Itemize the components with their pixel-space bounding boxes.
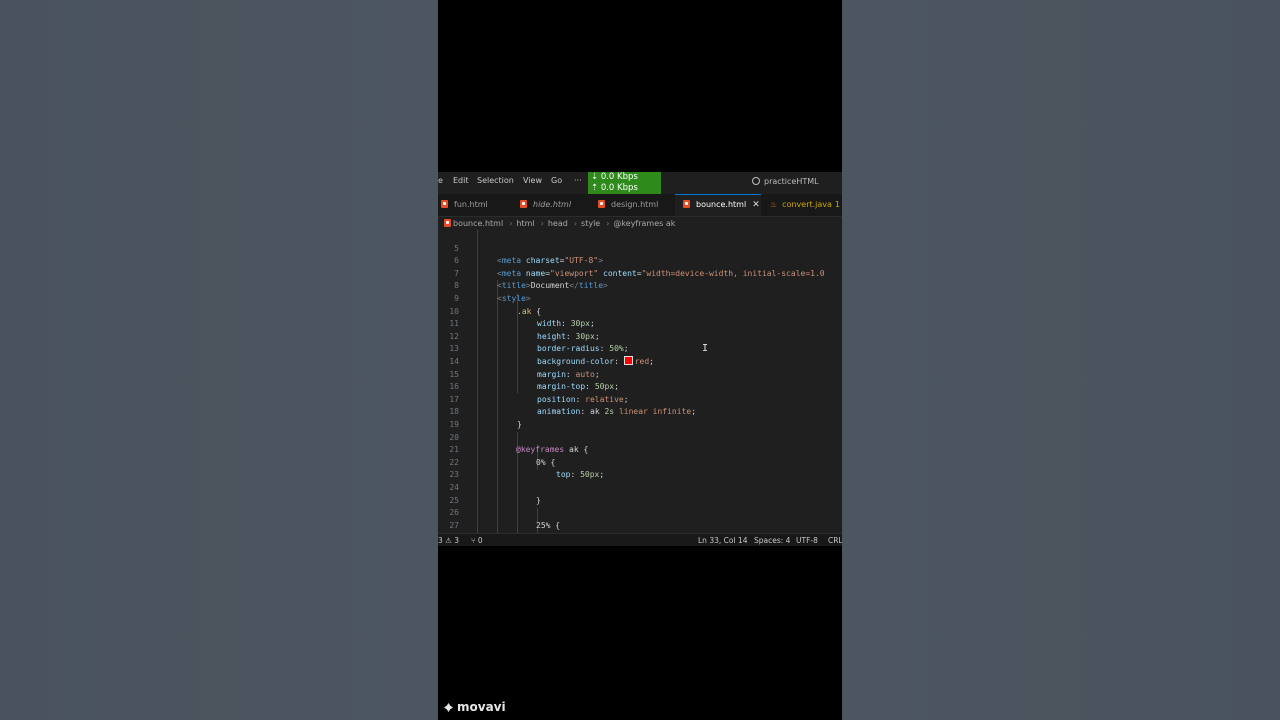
download-speed: ⇣ 0.0 Kbps [591, 172, 638, 182]
code-line: 26 25% { [438, 495, 842, 530]
code-line: 17 animation: ak 2s linear infinite; [438, 381, 842, 417]
video-frame: e Edit Selection View Go ··· ⇣ 0.0 Kbps … [438, 0, 842, 720]
tab-convert-java[interactable]: ♨ convert.java 1 [770, 194, 840, 216]
movavi-watermark: movavi [444, 700, 506, 714]
breadcrumb-head[interactable]: head [548, 219, 568, 228]
breadcrumb: bounce.html › html › head › style › @keyframes a… [438, 217, 842, 231]
code-line: 20 @keyframes ak { [438, 419, 842, 455]
cursor-position[interactable]: Ln 33, Col 14 [698, 534, 747, 546]
code-line: 12 border-radius: 50%; [438, 318, 842, 354]
menu-more[interactable]: ··· [574, 176, 582, 185]
editor-tabs: fun.html hide.html design.html bounce.ht… [438, 194, 842, 217]
problems-indicator[interactable]: 3 ⚠ 3 [438, 534, 459, 546]
menu-selection[interactable]: Selection [477, 176, 514, 185]
code-line: 25 [438, 482, 842, 505]
code-editor[interactable]: 5 <meta charset="UTF-8"> 6 <meta name="v… [438, 230, 842, 546]
ports-indicator[interactable]: ⑂ 0 [471, 534, 483, 546]
code-line: 24 } [438, 469, 842, 505]
encoding-setting[interactable]: UTF-8 [796, 534, 818, 546]
text-cursor-icon: I [702, 343, 709, 354]
vscode-window: e Edit Selection View Go ··· ⇣ 0.0 Kbps … [438, 172, 842, 546]
search-label: practiceHTML [764, 177, 819, 186]
background-right [842, 0, 1280, 720]
tab-label: convert.java [782, 200, 832, 209]
chevron-right-icon: › [509, 219, 513, 228]
eol-setting[interactable]: CRL [828, 534, 842, 546]
menu-view[interactable]: View [523, 176, 542, 185]
code-line: 6 <meta name="viewport" content="width=d… [438, 243, 842, 278]
code-line: 21 0% { [438, 432, 842, 467]
java-file-icon: ♨ [770, 200, 778, 209]
code-line: 15 margin-top: 50px; [438, 356, 842, 392]
menu-edit[interactable]: Edit [453, 176, 469, 185]
status-bar: 3 ⚠ 3 ⑂ 0 Ln 33, Col 14 Spaces: 4 UTF-8 … [438, 533, 842, 546]
code-line: 8 <style> [438, 268, 842, 303]
code-line: 5 <meta charset="UTF-8"> [438, 230, 842, 266]
tab-fun-html[interactable]: fun.html [441, 194, 488, 216]
problem-count-badge: 1 [834, 200, 841, 209]
code-line: 16 position: relative; [438, 369, 842, 404]
background-left [0, 0, 438, 720]
breadcrumb-html[interactable]: html [516, 219, 534, 228]
search-icon [752, 177, 760, 185]
html-file-icon [441, 200, 448, 208]
tab-label: design.html [611, 200, 659, 209]
ports-count: 0 [477, 536, 483, 545]
code-line: 9 .ak { [438, 280, 842, 316]
tab-bounce-html[interactable]: bounce.html ✕ [675, 194, 761, 216]
code-line: 7 <title>Document</title> [438, 255, 842, 291]
menu-bar: e Edit Selection View Go ··· ⇣ 0.0 Kbps … [438, 172, 842, 195]
code-line: 27 top: 100px; [438, 507, 842, 543]
tab-hide-html[interactable]: hide.html [520, 194, 571, 216]
chevron-right-icon: › [573, 219, 578, 228]
code-line: 18 } [438, 394, 842, 429]
chevron-right-icon: › [606, 219, 610, 228]
code-line: 14 margin: auto; [438, 343, 842, 379]
code-line: 22 top: 50px; [438, 444, 842, 480]
upload-speed: ⇡ 0.0 Kbps [591, 183, 638, 193]
menu-file[interactable]: e [438, 176, 443, 185]
ports-icon: ⑂ [471, 536, 478, 545]
movavi-logo-icon [444, 703, 453, 712]
code-line: 11 height: 30px; [438, 306, 842, 341]
html-file-icon [683, 200, 690, 208]
html-file-icon [520, 200, 527, 208]
menu-go[interactable]: Go [551, 176, 562, 185]
tab-label: hide.html [533, 200, 572, 209]
code-line: 28 } [438, 520, 842, 546]
code-line: 10 width: 30px; [438, 293, 842, 329]
indentation-setting[interactable]: Spaces: 4 [754, 534, 790, 546]
tab-label: fun.html [454, 200, 488, 209]
network-speed-overlay: ⇣ 0.0 Kbps ⇡ 0.0 Kbps [588, 172, 661, 195]
watermark-text: movavi [457, 700, 506, 714]
code-line: 19 [438, 406, 842, 429]
code-line: 13 background-color: red; [438, 331, 842, 366]
close-icon[interactable]: ✕ [752, 200, 760, 210]
html-file-icon [598, 200, 605, 208]
breadcrumb-file[interactable]: bounce.html [453, 219, 503, 228]
command-center-search[interactable]: practiceHTML [752, 177, 819, 186]
code-line: 23 [438, 457, 842, 479]
breadcrumb-keyframes[interactable]: @keyframes ak [613, 219, 675, 228]
tab-design-html[interactable]: design.html [598, 194, 658, 216]
html-file-icon [444, 219, 451, 227]
chevron-right-icon: › [540, 219, 544, 228]
breadcrumb-style[interactable]: style [581, 219, 600, 228]
tab-label: bounce.html [696, 200, 747, 209]
